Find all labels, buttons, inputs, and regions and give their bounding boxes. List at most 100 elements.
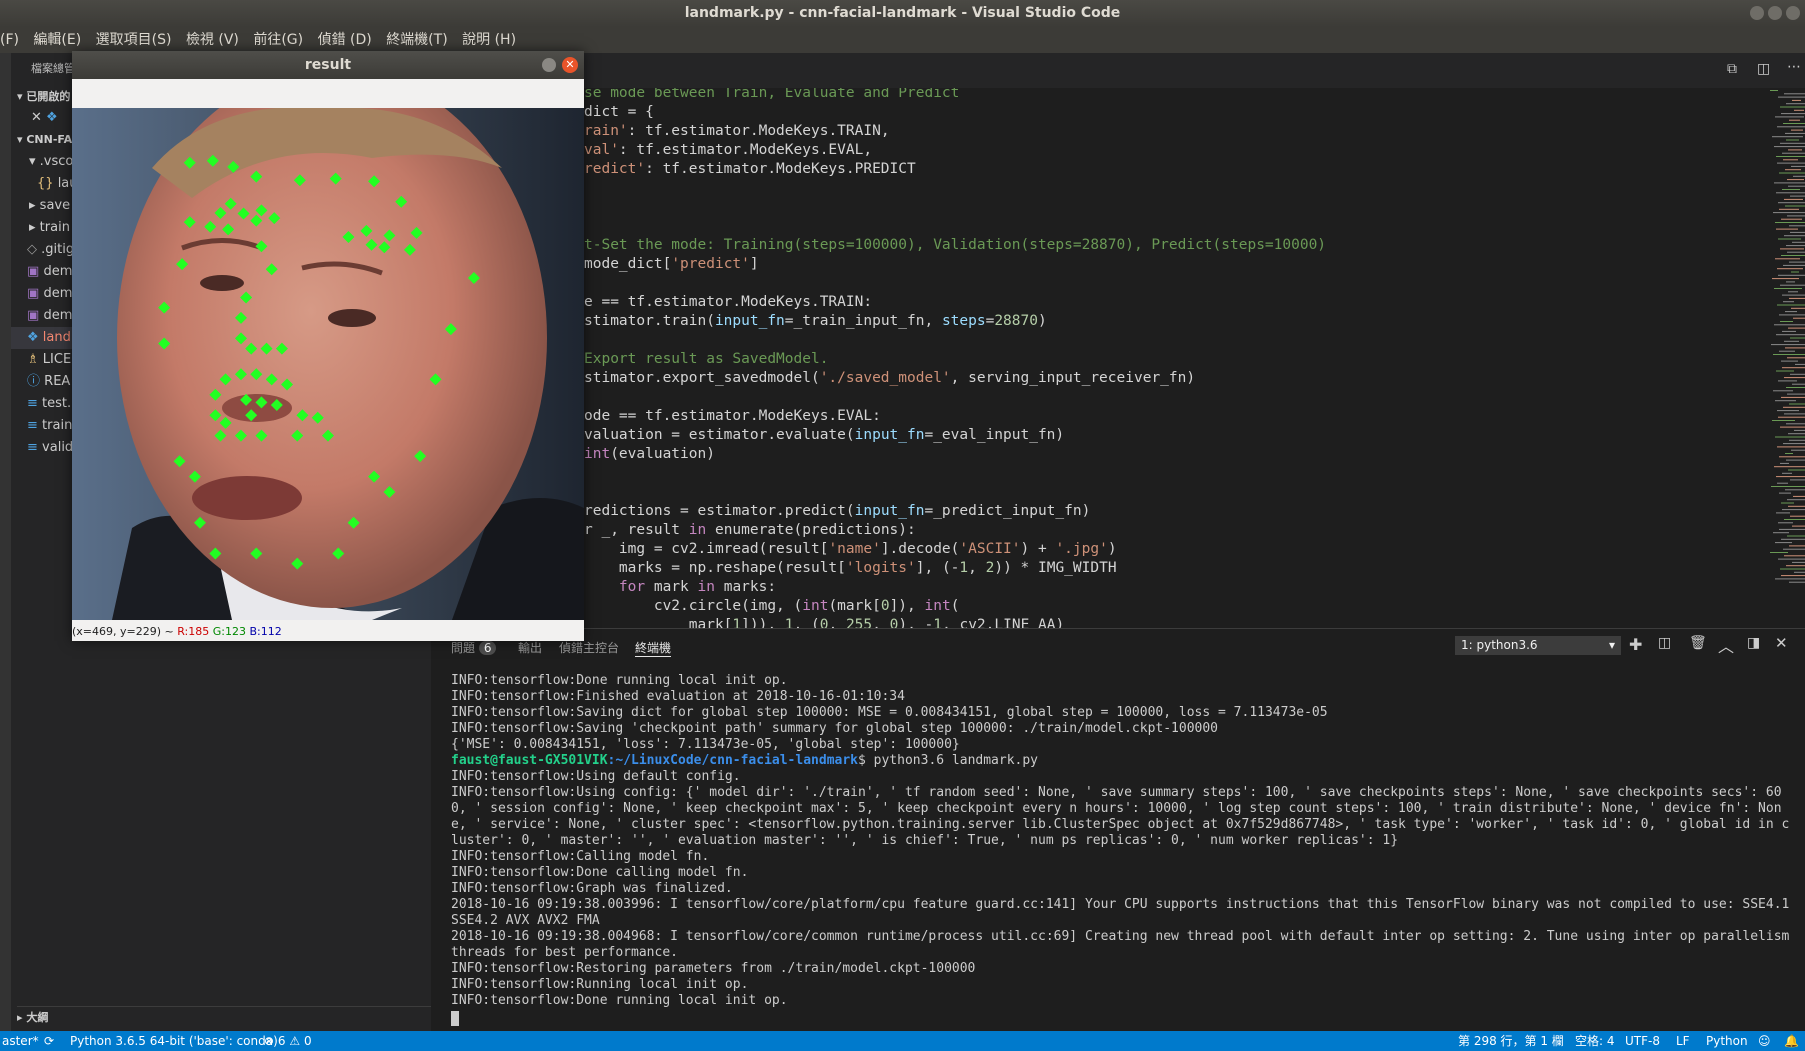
- minimap-line: [1784, 235, 1805, 237]
- menu-view[interactable]: 檢視 (V): [186, 32, 239, 48]
- tree-item-vscode[interactable]: ▾ .vsco: [29, 151, 73, 173]
- encoding[interactable]: UTF-8: [1625, 1031, 1660, 1051]
- result-close-button[interactable]: ✕: [562, 57, 578, 73]
- menu-edit[interactable]: 編輯(E): [33, 32, 81, 48]
- menu-selection[interactable]: 選取項目(S): [96, 32, 172, 48]
- minimap-line: [1788, 291, 1798, 293]
- minimap-line: [1778, 416, 1805, 418]
- eye-right: [328, 309, 376, 327]
- minimap-line: [1775, 436, 1805, 438]
- tree-item-test[interactable]: ≡ test.r: [27, 393, 77, 415]
- terminal-line: INFO:tensorflow:Graph was finalized.: [451, 881, 733, 896]
- code-editor[interactable]: se mode between Train, Evaluate and Pred…: [431, 88, 1805, 628]
- outline-section[interactable]: ▸ 大綱: [17, 1006, 431, 1029]
- minimap-line: [1777, 482, 1788, 484]
- minimap-line: [1789, 545, 1805, 547]
- minimap-line: [1786, 459, 1805, 461]
- code-line: r _, result in enumerate(predictions):: [584, 522, 916, 538]
- minimap-line: [1791, 129, 1803, 131]
- minimap-line: [1781, 396, 1805, 398]
- indentation[interactable]: 空格: 4: [1575, 1031, 1615, 1051]
- minimap-line: [1785, 489, 1805, 491]
- close-icon[interactable]: ✕: [31, 110, 42, 125]
- close-button[interactable]: [1786, 6, 1800, 20]
- sync-icon[interactable]: ⟳: [44, 1031, 54, 1051]
- minimap-line: [1777, 162, 1805, 164]
- result-window-title: result: [304, 57, 352, 73]
- terminal-select[interactable]: 1: python3.6 ▾: [1455, 636, 1621, 655]
- menu-debug[interactable]: 偵錯 (D): [318, 32, 372, 48]
- line-ending[interactable]: LF: [1676, 1031, 1690, 1051]
- chevron-up-icon[interactable]: ︿: [1718, 633, 1734, 657]
- image-icon: ▣: [27, 308, 40, 323]
- cursor-position[interactable]: 第 298 行，第 1 欄: [1458, 1031, 1564, 1051]
- tree-item-saved[interactable]: ▸ save: [29, 195, 70, 217]
- menu-go[interactable]: 前往(G): [253, 32, 303, 48]
- code-line: rain': tf.estimator.ModeKeys.TRAIN,: [584, 123, 890, 139]
- problems-indicator[interactable]: ⊗ 6 ⚠ 0: [264, 1031, 312, 1051]
- split-terminal-icon[interactable]: ◫: [1658, 635, 1671, 651]
- tree-item-valid[interactable]: ≡ valid: [27, 437, 73, 459]
- trash-icon[interactable]: 🗑: [1689, 635, 1707, 651]
- tree-item-train-folder[interactable]: ▸ train: [29, 217, 70, 239]
- tree-item-license[interactable]: ♗ LICE: [27, 349, 71, 371]
- bell-icon[interactable]: 🔔: [1784, 1031, 1799, 1051]
- menu-terminal[interactable]: 終端機(T): [386, 32, 447, 48]
- minimap-line: [1782, 472, 1792, 474]
- add-terminal-icon[interactable]: ✚: [1629, 635, 1642, 654]
- maximize-button[interactable]: [1768, 6, 1782, 20]
- minimize-button[interactable]: [1750, 6, 1764, 20]
- code-line: ode == tf.estimator.ModeKeys.EVAL:: [584, 408, 881, 424]
- open-editor-item[interactable]: ✕ ❖: [31, 107, 58, 129]
- minimap-line: [1788, 327, 1805, 329]
- image-icon: ▣: [27, 286, 40, 301]
- panel-layout-icon[interactable]: ◨: [1747, 635, 1760, 651]
- code-line: val': tf.estimator.ModeKeys.EVAL,: [584, 142, 873, 158]
- python-interpreter[interactable]: Python 3.6.5 64-bit ('base': conda): [70, 1031, 278, 1051]
- minimap-line: [1790, 479, 1805, 481]
- tree-item-readme[interactable]: ⓘ REA: [27, 371, 70, 393]
- minimap-line: [1788, 433, 1805, 435]
- result-minimize-button[interactable]: [542, 58, 556, 72]
- minimap[interactable]: [1680, 88, 1805, 628]
- face-image[interactable]: [72, 108, 584, 620]
- terminal[interactable]: INFO:tensorflow:Done running local init …: [431, 663, 1805, 1031]
- more-actions-icon[interactable]: ⋯: [1787, 59, 1801, 75]
- minimap-line: [1783, 301, 1794, 303]
- result-window[interactable]: result ✕ (x=469, y=229) ~ R:185 G:123 B:…: [72, 51, 584, 641]
- menu-help[interactable]: 說明 (H): [462, 32, 516, 48]
- git-branch[interactable]: aster*: [2, 1031, 39, 1051]
- minimap-line: [1780, 568, 1805, 570]
- tab-debug-console[interactable]: 偵錯主控台: [559, 639, 619, 656]
- minimap-line: [1789, 403, 1805, 405]
- chevron-right-icon: ▸: [29, 220, 36, 235]
- chevron-down-icon: ▾: [1608, 638, 1615, 652]
- minimap-line: [1785, 311, 1797, 313]
- menu-file[interactable]: (F): [0, 32, 19, 48]
- tree-item-train[interactable]: ≡ train.: [27, 415, 76, 437]
- open-editors-section[interactable]: ▾ 已開啟的: [17, 86, 70, 108]
- minimap-line: [1790, 515, 1805, 517]
- minimap-line: [1781, 502, 1794, 504]
- result-window-titlebar[interactable]: result ✕: [72, 51, 584, 79]
- tab-problems[interactable]: 問題 6: [451, 639, 497, 656]
- terminal-line: INFO:tensorflow:Done running local init …: [451, 993, 788, 1008]
- tree-item-gitignore[interactable]: ◇ .gitig: [27, 239, 74, 261]
- code-line: redict': tf.estimator.ModeKeys.PREDICT: [584, 161, 916, 177]
- minimap-line: [1780, 248, 1804, 250]
- project-section[interactable]: ▾ CNN-FA: [17, 129, 72, 151]
- language-mode[interactable]: Python: [1706, 1031, 1748, 1051]
- tab-output[interactable]: 輸出: [518, 639, 542, 656]
- split-editor-icon[interactable]: ◫: [1757, 61, 1770, 77]
- warning-count: 0: [303, 1034, 312, 1048]
- minimap-line: [1787, 179, 1804, 181]
- tab-terminal[interactable]: 終端機: [635, 639, 672, 657]
- open-changes-icon[interactable]: ⧉: [1727, 61, 1737, 77]
- tree-item-label: save: [39, 198, 71, 213]
- problems-badge: 6: [478, 641, 497, 655]
- close-panel-icon[interactable]: ✕: [1775, 634, 1788, 652]
- feedback-smiley-icon[interactable]: ☺: [1758, 1031, 1771, 1051]
- terminal-line: INFO:tensorflow:Calling model fn.: [451, 849, 710, 864]
- minimap-line: [1771, 486, 1805, 487]
- error-count: 6: [277, 1034, 286, 1048]
